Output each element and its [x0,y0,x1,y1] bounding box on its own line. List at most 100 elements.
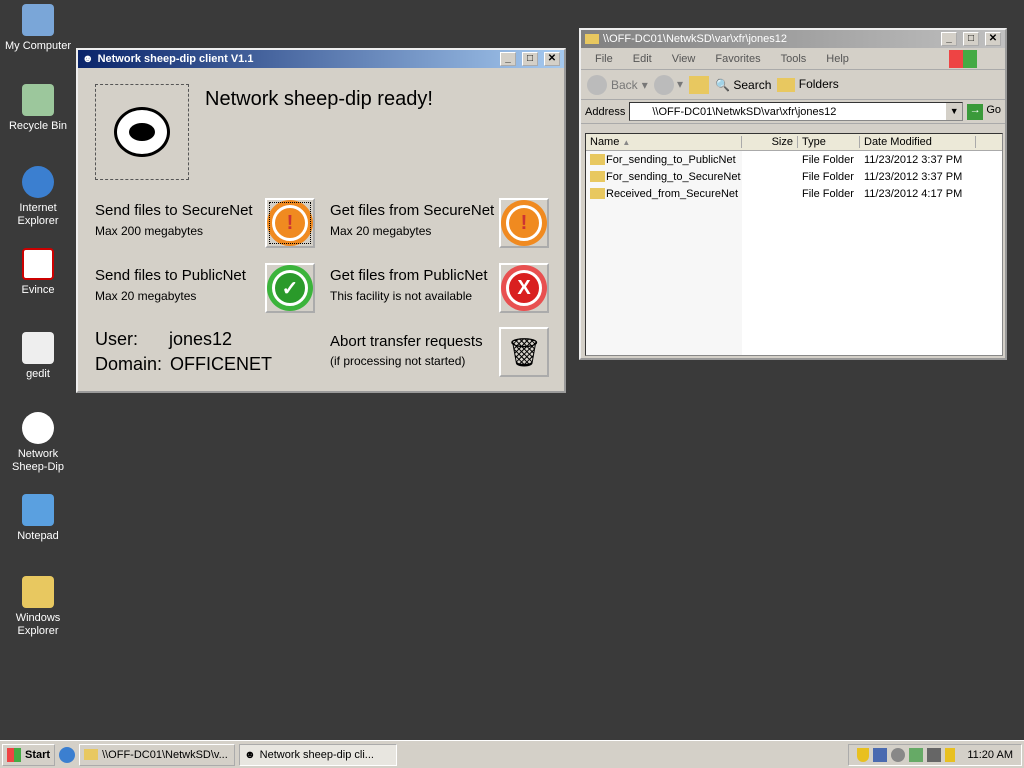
folder-icon [585,34,599,44]
desktop-icon-internet-explorer[interactable]: Internet Explorer [0,166,76,228]
status-message: Network sheep-dip ready! [205,88,433,110]
send-publicnet-label: Send files to PublicNet [95,267,246,284]
taskbar: Start \\OFF-DC01\NetwkSD\v... ☻ Network s… [0,740,1024,768]
close-button[interactable]: ✕ [544,52,560,66]
abort-button[interactable]: 🗑 [499,327,549,377]
get-securenet-button[interactable]: ! [499,198,549,248]
icon-label: My Computer [4,40,72,52]
windows-logo-icon [7,747,21,762]
column-headers: Name ▲ Size Type Date Modified [586,134,1002,151]
internet-explorer-icon [22,166,54,198]
file-name: For_sending_to_PublicNet [606,153,736,166]
address-label: Address [585,105,626,118]
explorer-icon [22,576,54,608]
close-button[interactable]: ✕ [985,32,1001,46]
up-folder-icon[interactable] [689,75,710,94]
column-type[interactable]: Type [798,136,860,148]
icon-label: Notepad [17,530,59,542]
desktop-icon-recycle-bin[interactable]: Recycle Bin [0,84,76,133]
domain-label: Domain: [95,354,163,374]
go-arrow-icon: → [967,103,984,120]
sheep-icon [22,412,54,444]
vmware-icon[interactable] [927,747,942,762]
send-securenet-label: Send files to SecureNet [95,202,253,219]
menu-help[interactable]: Help [826,53,849,65]
x-icon: X [506,270,542,306]
column-size[interactable]: Size [742,136,798,148]
send-securenet-limit: Max 200 megabytes [95,224,204,238]
folder-icon [84,749,99,760]
menu-bar: File Edit View Favorites Tools Help [581,48,1005,70]
desktop-icon-notepad[interactable]: Notepad [0,494,76,543]
search-button[interactable]: 🔍 Search [715,78,771,92]
icon-label: Internet Explorer [17,202,59,227]
folders-button[interactable]: Folders [777,77,839,92]
file-type: File Folder [802,153,854,166]
menu-favorites[interactable]: Favorites [715,53,760,65]
desktop-icon-network-sheep-dip[interactable]: Network Sheep-Dip [0,412,76,474]
icon-label: Evince [21,284,55,296]
address-bar: Address \\OFF-DC01\NetwkSD\var\xfr\jones… [581,100,1005,124]
computer-icon [22,4,54,36]
shield-icon[interactable] [945,747,956,762]
icon-label: gedit [26,368,50,380]
start-button[interactable]: Start [2,743,56,766]
back-arrow-icon [587,74,607,95]
file-name: For_sending_to_SecureNet [606,170,741,183]
window-title: Network sheep-dip client V1.1 [97,53,254,65]
usb-icon[interactable] [909,747,924,762]
folder-icon [590,154,605,166]
desktop-icon-evince[interactable]: Evince [0,248,76,297]
task-sheep-dip[interactable]: ☻ Network sheep-dip cli... [239,743,398,766]
file-type: File Folder [802,170,854,183]
maximize-button[interactable]: □ [522,52,538,66]
go-button[interactable]: → Go [967,103,1001,120]
icon-label: Network Sheep-Dip [12,448,64,473]
abort-label: Abort transfer requests [330,333,483,350]
gedit-icon [22,332,54,364]
minimize-button[interactable]: _ [941,32,957,46]
task-explorer[interactable]: \\OFF-DC01\NetwkSD\v... [79,743,236,766]
column-name[interactable]: Name ▲ [586,136,742,148]
desktop-icon-my-computer[interactable]: My Computer [0,4,76,53]
desktop-icon-windows-explorer[interactable]: Windows Explorer [0,576,76,638]
folders-icon [777,77,796,92]
folder-icon [590,171,605,183]
address-input[interactable]: \\OFF-DC01\NetwkSD\var\xfr\jones12 ▼ [629,102,964,121]
forward-button[interactable]: ▾ [653,74,683,95]
ie-quicklaunch-icon[interactable] [59,746,76,763]
get-securenet-limit: Max 20 megabytes [330,224,432,238]
menu-file[interactable]: File [595,53,613,65]
sheep-icon: ☻ [244,748,256,761]
security-shield-icon[interactable] [857,747,870,762]
folder-icon [590,188,605,200]
file-row[interactable]: Received_from_SecureNet File Folder 11/23/… [586,185,1002,202]
file-date: 11/23/2012 4:17 PM [864,187,963,200]
title-bar: \\OFF-DC01\NetwkSD\var\xfr\jones12 _ □ ✕ [581,30,1005,48]
file-name: Received_from_SecureNet [606,187,739,200]
file-row[interactable]: For_sending_to_PublicNet File Folder 11/23… [586,151,1002,168]
domain-value: OFFICENET [170,354,272,374]
file-row[interactable]: For_sending_to_SecureNet File Folder 11/23… [586,168,1002,185]
get-publicnet-button[interactable]: X [499,263,549,313]
file-date: 11/23/2012 3:37 PM [864,170,963,183]
warning-icon: ! [272,205,308,241]
network-icon[interactable] [873,747,888,762]
back-button[interactable]: Back ▾ [587,74,648,95]
sheep-dip-client-window: ☻ Network sheep-dip client V1.1 _ □ ✕ Netwo… [76,48,566,393]
desktop-icon-gedit[interactable]: gedit [0,332,76,381]
abort-note: (if processing not started) [330,354,466,368]
menu-tools[interactable]: Tools [781,53,807,65]
recycle-bin-icon [22,84,54,116]
notepad-icon [22,494,54,526]
speaker-icon[interactable] [891,747,906,762]
menu-edit[interactable]: Edit [633,53,652,65]
maximize-button[interactable]: □ [963,32,979,46]
dropdown-arrow-icon[interactable]: ▼ [946,103,963,120]
send-securenet-button[interactable]: ! [265,198,315,248]
sheep-web-logo [95,84,189,180]
send-publicnet-button[interactable]: ✓ [265,263,315,313]
menu-view[interactable]: View [672,53,696,65]
minimize-button[interactable]: _ [500,52,516,66]
column-date[interactable]: Date Modified [860,136,976,148]
